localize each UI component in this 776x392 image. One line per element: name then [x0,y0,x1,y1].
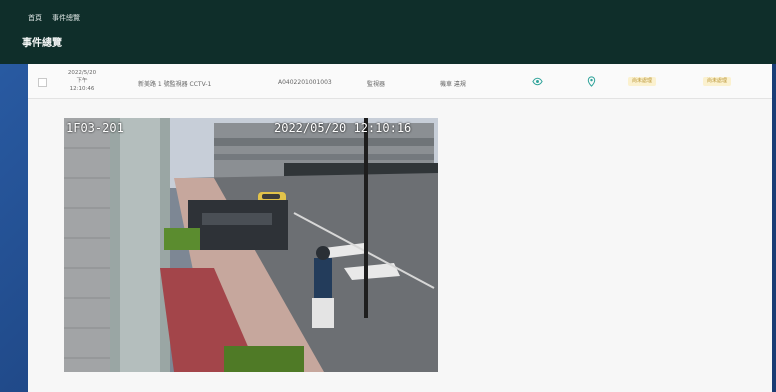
camera-snapshot[interactable]: 1F03-201 2022/05/20 12:10:16 [64,118,438,372]
page-title: 事件總覽 [22,38,62,49]
event-location: 新美路 1 號監視器 CCTV-1 [138,81,212,88]
event-date: 2022/5/20 [67,70,97,76]
event-datetime: 2022/5/20 下午 12:10:46 [62,69,102,93]
event-type: 監視器 [367,81,386,88]
home-link[interactable]: 首頁 [28,13,42,23]
event-row[interactable]: 2022/5/20 下午 12:10:46 新美路 1 號監視器 CCTV-1 … [28,64,772,99]
status-badge-1[interactable]: 尚未處理 [628,77,657,86]
location-pin-icon[interactable] [586,76,597,87]
top-nav: 首頁 事件總覽 [28,13,80,23]
event-overview-link[interactable]: 事件總覽 [52,13,80,23]
top-bar: 首頁 事件總覽 事件總覽 [0,0,776,64]
camera-id-overlay: 1F03-201 [66,121,124,135]
event-period: 下午 [76,78,88,84]
event-id: A0402201001003 [278,79,332,86]
row-checkbox[interactable] [38,78,47,87]
view-icon[interactable] [532,76,543,87]
app-window: 首頁 事件總覽 事件總覽 2022/5/20 下午 12:10:46 新美路 1… [0,0,776,392]
event-time: 12:10:46 [69,86,95,92]
street-scene-image [64,118,438,372]
content-panel: 2022/5/20 下午 12:10:46 新美路 1 號監視器 CCTV-1 … [28,64,772,392]
event-detail: 機車 違規 [440,81,466,88]
status-badge-2[interactable]: 尚未處理 [703,77,732,86]
camera-timestamp-overlay: 2022/05/20 12:10:16 [274,121,412,135]
